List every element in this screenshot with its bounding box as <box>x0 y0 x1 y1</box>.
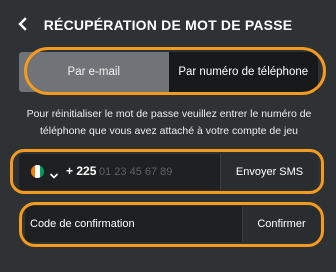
chevron-down-icon <box>49 173 59 179</box>
tab-email[interactable]: Par e-mail <box>19 52 169 92</box>
tab-phone[interactable]: Par numéro de téléphone <box>168 52 318 92</box>
instructions-text: Pour réinitialiser le mot de passe veuil… <box>26 108 312 137</box>
phone-input[interactable] <box>99 162 219 182</box>
page-title: RÉCUPÉRATION DE MOT DE PASSE <box>43 17 293 33</box>
confirmation-field-row: Confirmer <box>25 206 320 242</box>
header: RÉCUPÉRATION DE MOT DE PASSE <box>0 0 336 48</box>
recovery-method-tabs: Par e-mail Par numéro de téléphone <box>19 52 318 92</box>
country-dropdown[interactable] <box>49 167 59 179</box>
confirm-button[interactable]: Confirmer <box>242 206 320 242</box>
phone-field-row: + 225 Envoyer SMS <box>19 154 318 190</box>
send-sms-button[interactable]: Envoyer SMS <box>220 154 318 190</box>
confirmation-code-input[interactable] <box>30 214 210 234</box>
dial-code: + 225 <box>66 164 97 178</box>
ivory-coast-flag-icon <box>31 165 44 178</box>
